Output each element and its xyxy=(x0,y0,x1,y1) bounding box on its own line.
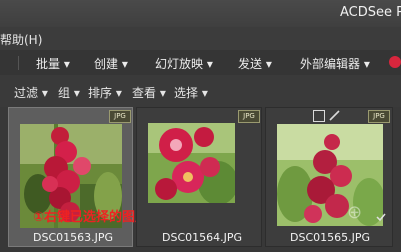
select-menu[interactable]: 选择 ▾ xyxy=(174,84,208,101)
annotation-label: ①右键已选择的图片 xyxy=(33,210,149,225)
file-type-badge: JPG xyxy=(238,110,260,123)
group-menu[interactable]: 组 ▾ xyxy=(58,84,80,101)
toolbar-create-button[interactable]: 创建 ▾ xyxy=(94,55,128,72)
browse-bar: 过滤 ▾ 组 ▾ 排序 ▾ 查看 ▾ 选择 ▾ xyxy=(0,75,401,107)
title-bar: ACDSee P xyxy=(0,0,401,27)
toolbar-send-button[interactable]: 发送 ▾ xyxy=(238,55,272,72)
thumbnail-caption: DSC01565.JPG xyxy=(290,231,371,244)
toolbar-batch-button[interactable]: 批量 ▾ xyxy=(36,55,70,72)
file-type-badge: JPG xyxy=(109,110,131,123)
share-icon[interactable] xyxy=(389,56,401,68)
thumbnail-caption: DSC01563.JPG xyxy=(33,231,114,244)
main-toolbar: 批量 ▾ 创建 ▾ 幻灯放映 ▾ 发送 ▾ 外部编辑器 ▾ xyxy=(0,50,401,76)
sort-menu[interactable]: 排序 ▾ xyxy=(88,84,122,101)
select-checkbox[interactable] xyxy=(313,110,325,122)
toolbar-slideshow-button[interactable]: 幻灯放映 ▾ xyxy=(155,55,213,72)
svg-text:⊕: ⊕ xyxy=(347,202,362,223)
view-menu[interactable]: 查看 ▾ xyxy=(132,84,166,101)
thumbnail-caption: DSC01564.JPG xyxy=(162,231,243,244)
thumbnail-image[interactable] xyxy=(148,123,235,203)
checkmark-icon xyxy=(376,213,386,222)
thumbnail-image[interactable]: ⊕ xyxy=(277,124,383,226)
menu-item-help[interactable]: 帮助(H) xyxy=(0,31,42,48)
file-type-badge: JPG xyxy=(368,110,390,123)
filter-menu[interactable]: 过滤 ▾ xyxy=(14,84,48,101)
toolbar-external-editor-button[interactable]: 外部编辑器 ▾ xyxy=(300,55,370,72)
app-title: ACDSee P xyxy=(340,5,401,20)
menu-bar: 帮助(H) xyxy=(0,27,401,51)
toolbar-separator xyxy=(18,56,19,70)
edit-icon[interactable] xyxy=(328,109,341,122)
